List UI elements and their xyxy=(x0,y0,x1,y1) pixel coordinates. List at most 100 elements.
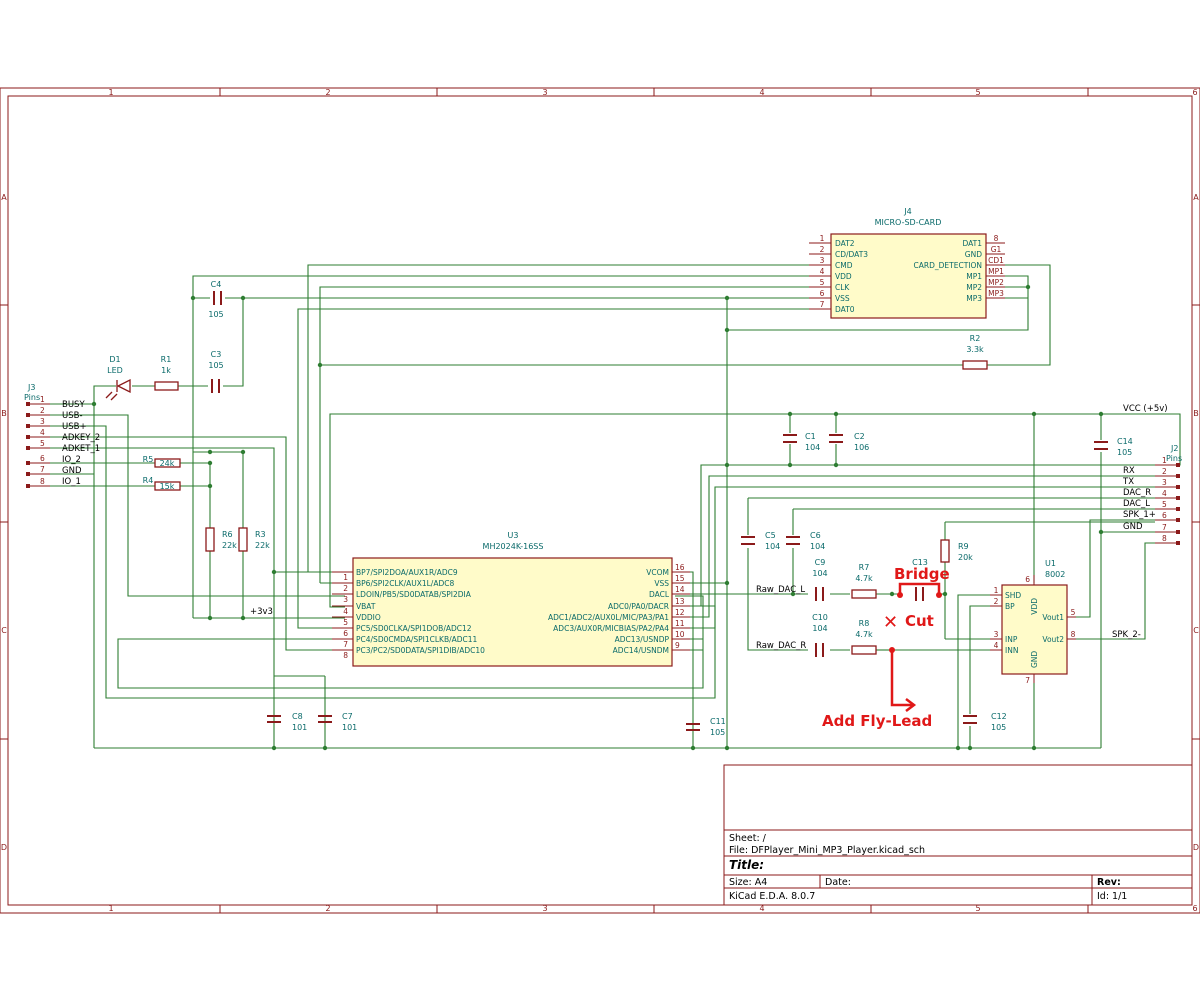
c10-value: 104 xyxy=(812,624,827,633)
column-label: 3 xyxy=(542,88,547,97)
net-label: GND xyxy=(1123,522,1143,532)
cut-mark-icon: ✕ xyxy=(883,612,898,633)
c10-ref: C10 xyxy=(812,613,828,622)
j2-connector: J2 Pins 1 2 3 4 5 6 7 8 VCC (+5v) RX TX … xyxy=(1122,404,1182,545)
j2-pin-number: 8 xyxy=(1162,534,1167,543)
net-label: USB+ xyxy=(62,422,87,432)
c2-value: 106 xyxy=(854,443,869,452)
u3-mh2024k: U3 MH2024K-16SS 1 2 3 4 5 6 7 8 BP7/SPI2… xyxy=(332,531,690,667)
u3-pin-name: BP6/SPI2CLK/AUX1L/ADC8 xyxy=(356,579,454,588)
j4-pin-number: MP1 xyxy=(988,267,1004,276)
j2-pin-number: 4 xyxy=(1162,489,1167,498)
net-label-3v3: +3v3 xyxy=(250,607,273,617)
u3-pin-name: ADC0/PA0/DACR xyxy=(608,602,669,611)
r2-ref: R2 xyxy=(970,334,981,343)
u3-pin-name: DACL xyxy=(649,590,670,599)
c8-value: 101 xyxy=(292,723,307,732)
u3-pin-number: 16 xyxy=(675,563,685,572)
u1-pin-number: 2 xyxy=(994,597,999,606)
u3-pin-name: ADC1/ADC2/AUX0L/MIC/PA3/PA1 xyxy=(548,613,669,622)
u3-pin-number: 10 xyxy=(675,630,685,639)
u3-pin-number: 15 xyxy=(675,574,685,583)
net-label: TX xyxy=(1122,477,1134,487)
cut-label: Cut xyxy=(905,612,934,630)
j4-pin-name: CARD_DETECTION xyxy=(914,261,982,270)
column-label: 6 xyxy=(1192,904,1197,913)
r4-ref: R4 xyxy=(143,476,154,485)
c1-ref: C1 xyxy=(805,432,816,441)
u3-pin-number: 7 xyxy=(343,640,348,649)
j4-pin-number: 6 xyxy=(820,289,825,298)
u3-ref: U3 xyxy=(508,531,519,540)
u3-pin-name: LDOIN/PB5/SD0DATAB/SPI2DIA xyxy=(356,590,472,599)
r6-ref: R6 xyxy=(222,530,233,539)
column-label: 3 xyxy=(542,904,547,913)
j3-pin-number: 5 xyxy=(40,439,45,448)
r2-value: 3.3k xyxy=(966,345,984,354)
j4-value: MICRO-SD-CARD xyxy=(875,218,942,227)
resistor-r1: R1 1k xyxy=(154,355,179,391)
row-label: D xyxy=(1,843,7,852)
j4-pin-number: MP2 xyxy=(988,278,1004,287)
u1-pin-number: 6 xyxy=(1025,575,1030,584)
u3-pin-number: 9 xyxy=(675,641,680,650)
u3-pin-name: VSS xyxy=(654,579,669,588)
r1-ref: R1 xyxy=(161,355,172,364)
j4-pin-number: 3 xyxy=(820,256,825,265)
d1-value: LED xyxy=(107,366,123,375)
u1-ref: U1 xyxy=(1045,559,1056,568)
column-label: 2 xyxy=(325,904,330,913)
j3-pin-number: 6 xyxy=(40,454,45,463)
j4-pin-number: 8 xyxy=(994,234,999,243)
tool-label: KiCad E.D.A. 8.0.7 xyxy=(729,891,815,902)
j3-pin-number: 8 xyxy=(40,477,45,486)
net-label: GND xyxy=(62,466,82,476)
u3-pin-name: ADC3/AUX0R/MICBIAS/PA2/PA4 xyxy=(553,624,669,633)
u1-pin-number: 5 xyxy=(1071,608,1076,617)
r7-value: 4.7k xyxy=(855,574,873,583)
c1-value: 104 xyxy=(805,443,820,452)
c2-ref: C2 xyxy=(854,432,865,441)
u1-pin-name: VDD xyxy=(1030,598,1039,615)
r3-value: 22k xyxy=(255,541,270,550)
j3-ref: J3 xyxy=(27,383,35,392)
capacitor-c7: C7 101 xyxy=(318,712,357,732)
u3-pin-number: 1 xyxy=(343,573,348,582)
resistor-r9: R9 20k xyxy=(940,539,973,563)
column-label: 1 xyxy=(108,88,113,97)
j2-pin-number: 5 xyxy=(1162,500,1167,509)
c8-ref: C8 xyxy=(292,712,303,721)
u1-pin-number: 8 xyxy=(1071,630,1076,639)
fly-lead-label: Add Fly-Lead xyxy=(822,712,932,730)
u1-pin-name: GND xyxy=(1030,651,1039,668)
u1-pin-name: Vout1 xyxy=(1042,613,1064,622)
u3-pin-name: ADC14/USNDM xyxy=(613,646,669,655)
row-label: C xyxy=(1,626,7,635)
net-label: IO_1 xyxy=(62,477,81,487)
c6-ref: C6 xyxy=(810,531,821,540)
u1-pin-number: 4 xyxy=(994,641,999,650)
sheet-frame: 1 2 3 4 5 6 1 2 3 4 5 6 A B C D A B C D xyxy=(0,87,1200,914)
c3-value: 105 xyxy=(208,361,223,370)
j4-pin-number: G1 xyxy=(991,245,1002,254)
led-d1: D1 LED xyxy=(105,355,131,401)
wires xyxy=(50,264,1181,749)
column-label: 4 xyxy=(759,88,764,97)
j4-pin-name: MP1 xyxy=(966,272,982,281)
r4-value: 15k xyxy=(160,482,175,491)
u3-pin-name: BP7/SPI2DOA/AUX1R/ADC9 xyxy=(356,568,458,577)
j4-pin-name: CLK xyxy=(835,283,850,292)
j3-pin-number: 2 xyxy=(40,406,45,415)
net-label-raw-dac-r: Raw_DAC_R xyxy=(756,641,806,651)
net-label: DAC_R xyxy=(1123,488,1151,498)
u3-pin-number: 2 xyxy=(343,584,348,593)
c14-value: 105 xyxy=(1117,448,1132,457)
u1-pin-number: 7 xyxy=(1025,676,1030,685)
column-label: 2 xyxy=(325,88,330,97)
u3-pin-number: 14 xyxy=(675,585,685,594)
u3-value: MH2024K-16SS xyxy=(483,542,544,551)
j2-pin-number: 2 xyxy=(1162,467,1167,476)
resistor-r3: R3 22k xyxy=(238,527,270,552)
j4-micro-sd-card: J4 MICRO-SD-CARD 1 2 3 4 5 6 7 DAT2 CD/D… xyxy=(809,207,1005,319)
u3-pin-number: 5 xyxy=(343,618,348,627)
